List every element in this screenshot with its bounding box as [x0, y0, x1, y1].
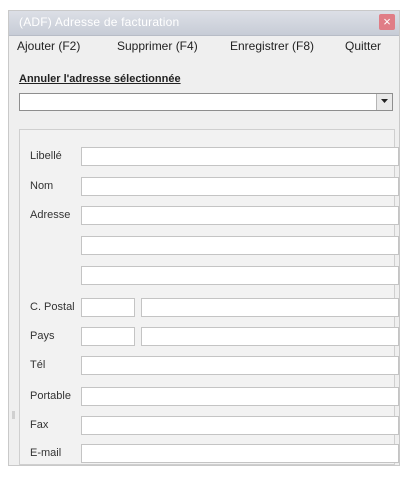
menu-quit[interactable]: Quitter [345, 39, 381, 53]
address-select[interactable] [19, 93, 393, 111]
label-adresse: Adresse [30, 209, 71, 221]
title-bar[interactable]: (ADF) Adresse de facturation × [9, 11, 399, 36]
menu-save[interactable]: Enregistrer (F8) [230, 39, 314, 53]
label-nom: Nom [30, 180, 54, 192]
address-form: Libellé Nom Adresse C. Postal Pays Tél P… [19, 129, 399, 465]
menu-bar: Ajouter (F2) Supprimer (F4) Enregistrer … [9, 35, 399, 57]
label-tel: Tél [30, 359, 46, 371]
label-portable: Portable [30, 390, 71, 402]
country-name-input[interactable] [141, 327, 399, 346]
cancel-address-link[interactable]: Annuler l'adresse sélectionnée [19, 73, 181, 85]
address-line2-input[interactable] [81, 236, 399, 255]
mobile-input[interactable] [81, 387, 399, 406]
resize-grip [12, 411, 15, 419]
label-libelle: Libellé [30, 150, 62, 162]
close-icon[interactable]: × [379, 14, 395, 30]
fax-input[interactable] [81, 416, 399, 435]
label-pays: Pays [30, 330, 55, 342]
address-window: (ADF) Adresse de facturation × Ajouter (… [8, 10, 400, 466]
menu-delete[interactable]: Supprimer (F4) [117, 39, 198, 53]
address-line3-input[interactable] [81, 266, 399, 285]
label-fax: Fax [30, 419, 49, 431]
label-email: E-mail [30, 447, 62, 459]
country-code-input[interactable] [81, 327, 135, 346]
chevron-down-icon [381, 99, 388, 103]
city-input[interactable] [141, 298, 399, 317]
address-line1-input[interactable] [81, 206, 399, 225]
window-title: (ADF) Adresse de facturation [19, 15, 180, 29]
phone-input[interactable] [81, 356, 399, 375]
nom-input[interactable] [81, 177, 399, 196]
libelle-input[interactable] [81, 147, 399, 166]
email-input[interactable] [81, 444, 399, 463]
postal-code-input[interactable] [81, 298, 135, 317]
label-code-postal: C. Postal [30, 301, 75, 313]
menu-add[interactable]: Ajouter (F2) [17, 39, 80, 53]
dropdown-button[interactable] [376, 94, 392, 110]
